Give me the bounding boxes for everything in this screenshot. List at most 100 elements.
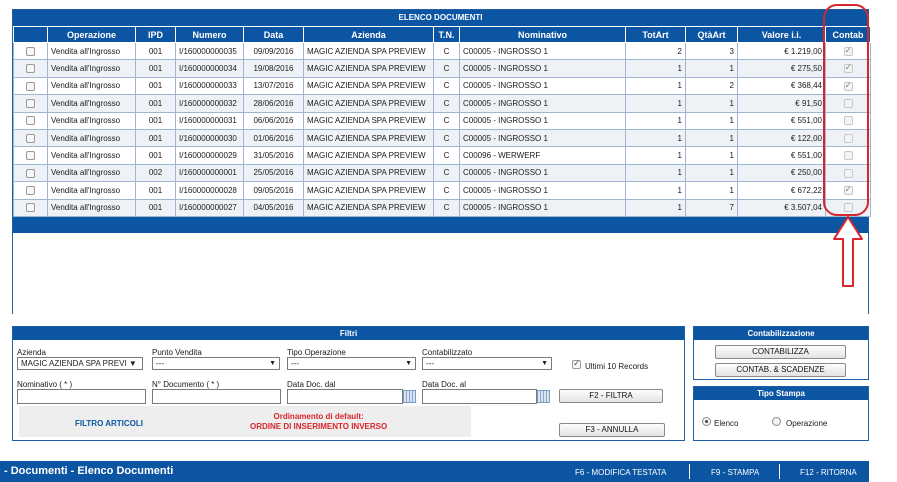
tipo-stampa-title: Tipo Stampa: [694, 387, 868, 400]
nominativo-input[interactable]: [17, 389, 146, 404]
column-header[interactable]: Data: [243, 26, 304, 43]
table-row[interactable]: Vendita all'Ingrosso 001 I/160000000028 09/…: [13, 181, 871, 200]
calendar-icon[interactable]: [537, 390, 550, 403]
filtra-button[interactable]: F2 - FILTRA: [559, 389, 663, 403]
table-row[interactable]: Vendita all'Ingrosso 001 I/160000000030 01/…: [13, 128, 871, 148]
cell-ipd: 001: [135, 128, 176, 148]
cell-nominativo: C00096 - WERWERF: [459, 146, 626, 165]
cell-data: 25/05/2016: [243, 163, 304, 183]
cell-data: 31/05/2016: [243, 146, 304, 165]
row-select-checkbox[interactable]: [26, 133, 35, 143]
table-header-row: Operazione IPD Numero Data Azienda T.N. Nomina…: [13, 26, 871, 43]
row-select-cell: [13, 111, 48, 130]
cell-totart: 1: [625, 76, 686, 96]
table-row[interactable]: Vendita all'Ingrosso 001 I/160000000032 28/…: [13, 94, 871, 113]
row-select-checkbox[interactable]: [26, 81, 35, 91]
ultimi-records-checkbox[interactable]: [572, 358, 581, 369]
cell-numero: I/160000000029: [175, 146, 244, 165]
column-header[interactable]: Azienda: [303, 26, 434, 43]
cell-valore: € 551,00: [737, 111, 826, 130]
column-header[interactable]: IPD: [135, 26, 176, 43]
contabilizzazione-panel: Contabilizzazione CONTABILIZZA CONTAB. &…: [693, 326, 869, 380]
column-header[interactable]: [13, 26, 48, 43]
cell-nominativo: C00005 - INGROSSO 1: [459, 111, 626, 130]
cell-numero: I/160000000031: [175, 111, 244, 130]
f9-stampa-button[interactable]: F9 - STAMPA: [711, 468, 759, 477]
numero-documento-input[interactable]: [152, 389, 281, 404]
status-divider: [779, 464, 780, 479]
cell-qtaart: 1: [685, 146, 738, 165]
nominativo-label: Nominativo ( * ): [17, 380, 73, 389]
cell-operazione: Vendita all'Ingrosso: [47, 111, 136, 130]
contab-scadenze-button[interactable]: CONTAB. & SCADENZE: [715, 363, 846, 377]
row-select-checkbox[interactable]: [26, 203, 35, 213]
cell-tn: C: [433, 111, 460, 130]
row-select-checkbox[interactable]: [26, 151, 35, 161]
table-row[interactable]: Vendita all'Ingrosso 001 I/160000000034 19/…: [13, 59, 871, 78]
cell-data: 06/06/2016: [243, 111, 304, 130]
cell-qtaart: 1: [685, 111, 738, 130]
cell-azienda: MAGIC AZIENDA SPA PREVIEW: [303, 146, 434, 165]
table-row[interactable]: Vendita all'Ingrosso 001 I/160000000029 31/…: [13, 146, 871, 165]
annulla-button[interactable]: F3 - ANNULLA: [559, 423, 665, 437]
cell-valore: € 1.219,00: [737, 41, 826, 61]
row-select-checkbox[interactable]: [26, 186, 35, 196]
column-header[interactable]: QtàArt: [685, 26, 738, 43]
cell-valore: € 250,00: [737, 163, 826, 183]
table-empty-area: [13, 232, 868, 316]
tipo-operazione-select[interactable]: --- ▼: [287, 357, 416, 370]
cell-ipd: 001: [135, 41, 176, 61]
contabilizzato-select[interactable]: --- ▼: [422, 357, 552, 370]
contab-column-highlight: [823, 4, 869, 216]
cell-operazione: Vendita all'Ingrosso: [47, 128, 136, 148]
table-row[interactable]: Vendita all'Ingrosso 001 I/160000000031 06/…: [13, 111, 871, 130]
cell-nominativo: C00005 - INGROSSO 1: [459, 198, 626, 217]
row-select-checkbox[interactable]: [26, 116, 35, 126]
cell-qtaart: 1: [685, 94, 738, 113]
column-header[interactable]: TotArt: [625, 26, 686, 43]
cell-data: 13/07/2016: [243, 76, 304, 96]
table-row[interactable]: Vendita all'Ingrosso 002 I/160000000001 25/…: [13, 163, 871, 183]
filtro-articoli-link[interactable]: FILTRO ARTICOLI: [75, 419, 143, 428]
cell-qtaart: 3: [685, 41, 738, 61]
punto-vendita-select[interactable]: --- ▼: [152, 357, 280, 370]
column-header[interactable]: Numero: [175, 26, 244, 43]
azienda-select[interactable]: MAGIC AZIENDA SPA PREVI ▼: [17, 357, 143, 370]
cell-numero: I/160000000028: [175, 181, 244, 200]
column-header[interactable]: Nominativo: [459, 26, 626, 43]
contabilizza-button[interactable]: CONTABILIZZA: [715, 345, 846, 359]
cell-azienda: MAGIC AZIENDA SPA PREVIEW: [303, 181, 434, 200]
row-select-checkbox[interactable]: [26, 99, 35, 109]
row-select-checkbox[interactable]: [26, 64, 35, 74]
table-row[interactable]: Vendita all'Ingrosso 001 I/160000000027 04/…: [13, 198, 871, 217]
column-header[interactable]: T.N.: [433, 26, 460, 43]
data-dal-input[interactable]: [287, 389, 403, 404]
sort-note: Ordinamento di default: ORDINE DI INSERI…: [250, 412, 387, 432]
cell-totart: 2: [625, 41, 686, 61]
row-select-checkbox[interactable]: [26, 168, 35, 178]
cell-ipd: 001: [135, 76, 176, 96]
cell-qtaart: 1: [685, 181, 738, 200]
cell-ipd: 001: [135, 94, 176, 113]
column-header[interactable]: Valore i.i.: [737, 26, 826, 43]
cell-ipd: 001: [135, 111, 176, 130]
table-row[interactable]: Vendita all'Ingrosso 001 I/160000000035 09/…: [13, 41, 871, 61]
filters-panel: Filtri Azienda MAGIC AZIENDA SPA PREVI ▼…: [12, 326, 685, 441]
cell-totart: 1: [625, 111, 686, 130]
cell-qtaart: 1: [685, 163, 738, 183]
document-list-panel: ELENCO DOCUMENTI Operazione IPD Numero Data…: [12, 9, 871, 316]
data-al-input[interactable]: [422, 389, 537, 404]
dropdown-arrow-icon: ▼: [405, 360, 412, 367]
cell-nominativo: C00005 - INGROSSO 1: [459, 41, 626, 61]
tipo-stampa-panel: Tipo Stampa Elenco Operazione: [693, 386, 869, 441]
table-row[interactable]: Vendita all'Ingrosso 001 I/160000000033 13/…: [13, 76, 871, 96]
row-select-checkbox[interactable]: [26, 46, 35, 56]
f12-ritorna-button[interactable]: F12 - RITORNA: [800, 468, 857, 477]
radio-operazione[interactable]: [772, 417, 781, 426]
cell-valore: € 275,50: [737, 59, 826, 78]
calendar-icon[interactable]: [403, 390, 416, 403]
f6-modifica-testata-button[interactable]: F6 - MODIFICA TESTATA: [575, 468, 666, 477]
column-header[interactable]: Operazione: [47, 26, 136, 43]
radio-elenco[interactable]: [702, 417, 711, 426]
dropdown-arrow-icon: ▼: [269, 360, 276, 367]
